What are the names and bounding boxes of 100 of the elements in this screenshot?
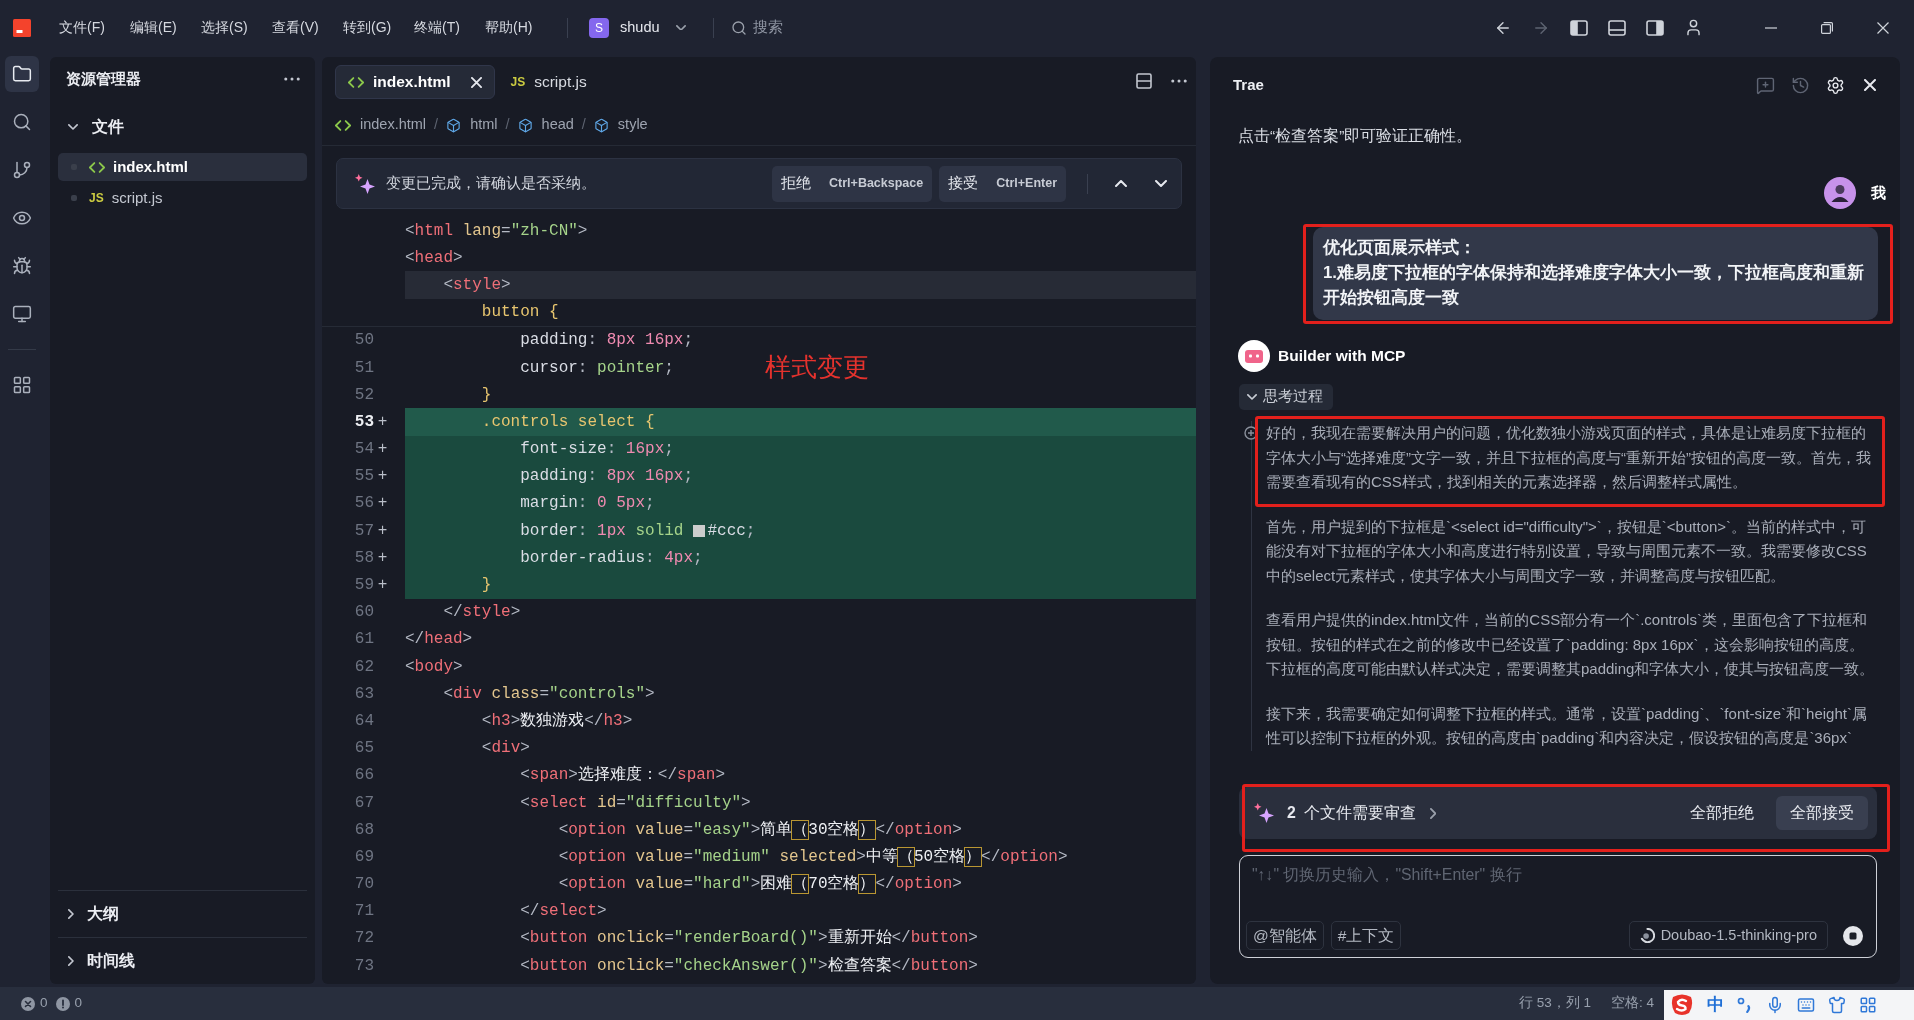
app-logo-icon — [13, 18, 31, 37]
code-text: } — [481, 384, 492, 406]
section-header[interactable]: 大纲 — [58, 891, 307, 937]
agent-name: Builder with MCP — [1278, 346, 1406, 367]
more-icon — [1171, 79, 1187, 83]
line-number: 57 — [354, 520, 374, 542]
composer-box[interactable]: "↑↓" 切换历史输入，"Shift+Enter" 换行 @智能体 #上下文 Doubao-1.5-thinking-pro — [1239, 855, 1877, 958]
line-number: 67 — [354, 792, 374, 814]
code-text: border-radius: 4px; — [520, 547, 703, 569]
editor-tab[interactable]: JS script.js — [498, 65, 599, 99]
menu-item[interactable]: 文件(F) — [59, 13, 110, 42]
line-number: 68 — [354, 819, 374, 841]
microphone-icon — [1766, 996, 1784, 1014]
cube-icon — [446, 117, 462, 133]
context-chip[interactable]: #上下文 — [1330, 921, 1402, 950]
chat-plus-icon — [1755, 75, 1775, 95]
line-number: 69 — [354, 846, 374, 868]
workspace-selector[interactable]: S shudu — [589, 12, 686, 43]
explorer-button[interactable] — [5, 56, 39, 92]
model-selector[interactable]: Doubao-1.5-thinking-pro — [1628, 921, 1828, 950]
added-line-marker: + — [377, 439, 388, 461]
review-action-button[interactable]: 全部接受 — [1776, 796, 1868, 830]
breadcrumb-item[interactable]: index.html — [335, 114, 427, 136]
breadcrumb-item[interactable]: head — [517, 114, 574, 136]
file-item[interactable]: JS script.js — [58, 184, 307, 212]
monitor-icon — [12, 304, 32, 324]
code-brackets-icon — [335, 119, 351, 131]
code-text: <select id="difficulty"> — [520, 792, 751, 814]
line-number: 63 — [354, 683, 374, 705]
stop-button[interactable] — [1843, 925, 1863, 946]
breadcrumb-item[interactable]: style — [593, 114, 648, 136]
review-action-button[interactable]: 全部拒绝 — [1690, 796, 1754, 830]
problems-status[interactable]: 0 0 — [21, 991, 83, 1016]
file-item[interactable]: index.html — [58, 153, 307, 181]
line-number: 54 — [354, 439, 374, 461]
breadcrumb-separator: / — [581, 115, 586, 135]
menu-item[interactable]: 查看(V) — [272, 13, 323, 42]
editor-tab[interactable]: index.html — [335, 65, 495, 99]
eye-icon — [12, 208, 32, 228]
punctuation-icon — [1737, 997, 1753, 1013]
menu-item[interactable]: 帮助(H) — [485, 13, 536, 42]
menu-item[interactable]: 选择(S) — [201, 13, 252, 42]
code-text: <div class="controls"> — [443, 683, 655, 705]
code-text: <option value="easy">简单（30空格）</option> — [558, 819, 962, 841]
code-text: padding: 8px 16px; — [520, 466, 694, 488]
code-text: </head> — [405, 629, 473, 651]
context-chip[interactable]: @智能体 — [1246, 921, 1324, 950]
code-text: <option value="medium" selected>中等（50空格）</option> — [558, 846, 1068, 868]
search-icon — [730, 19, 747, 36]
line-number: 59 — [354, 575, 374, 597]
line-number: 60 — [354, 602, 374, 624]
code-text: <style> — [443, 274, 511, 296]
line-number: 61 — [354, 629, 374, 651]
code-text: <span>选择难度：</span> — [520, 764, 726, 787]
thinking-toggle[interactable]: 思考过程 — [1239, 384, 1333, 410]
code-brackets-icon — [348, 76, 364, 88]
line-number: 62 — [354, 656, 374, 678]
menu-item[interactable]: 转到(G) — [343, 13, 394, 42]
code-text: <button onclick="checkAnswer()">检查答案</button> — [520, 955, 978, 977]
panel-title: 资源管理器 — [66, 68, 141, 89]
message-text: 点击“检查答案”即可验证正确性。 — [1238, 126, 1474, 146]
thinking-paragraph: 首先，用户提到的下拉框是`<select id="difficulty">`，按钮是`<button>`。当前的样式中，可能没有对下拉框的字体大小和高度进行特别设置，导致与周围元素不一致。我需要修改CSS中的select元素样式，使其字体大小与周围文字一致，并调整高度与按钮匹配。 — [1266, 516, 1868, 586]
line-number: 51 — [354, 357, 374, 379]
line-number: 65 — [354, 738, 374, 760]
search-field[interactable]: 搜索 — [752, 16, 873, 39]
line-number: 50 — [354, 330, 374, 352]
section-header[interactable]: 时间线 — [58, 938, 307, 984]
model-logo-icon — [1639, 928, 1655, 943]
cube-icon — [517, 117, 533, 133]
caret-icon — [675, 24, 686, 31]
user-avatar-icon — [1824, 177, 1856, 209]
panel-title: Trae — [1233, 74, 1264, 95]
line-number: 55 — [354, 466, 374, 488]
breadcrumb-item[interactable]: html — [446, 114, 498, 136]
review-action-button[interactable]: 拒绝 Ctrl+Backspace — [772, 165, 933, 202]
code-text: border: 1px solid — [520, 520, 684, 542]
code-text: <div> — [481, 738, 530, 760]
section-header[interactable]: 文件 — [50, 105, 315, 149]
added-line-marker: + — [377, 493, 388, 515]
menu-item[interactable]: 终端(T) — [414, 13, 465, 42]
breadcrumb-separator: / — [505, 115, 510, 135]
code-text: <html lang="zh-CN"> — [405, 220, 588, 242]
review-message: 变更已完成，请确认是否采纳。 — [386, 173, 596, 194]
stop-icon — [1843, 925, 1863, 946]
code-text: <body> — [405, 656, 463, 678]
code-text: <head> — [405, 247, 463, 269]
breadcrumb-separator: / — [434, 115, 439, 135]
review-files-button[interactable]: 2 个文件需要审查 — [1287, 801, 1437, 825]
added-line-marker: + — [377, 411, 388, 433]
close-tab-icon[interactable] — [470, 76, 482, 88]
close-icon — [1864, 79, 1876, 91]
chat-input[interactable]: "↑↓" 切换历史输入，"Shift+Enter" 换行 — [1252, 863, 1864, 893]
annotation-note: 样式变更 — [765, 351, 869, 383]
menu-item[interactable]: 编辑(E) — [130, 13, 181, 42]
code-text: #ccc; — [707, 520, 756, 542]
review-action-button[interactable]: 接受 Ctrl+Enter — [939, 165, 1066, 202]
code-text: } — [481, 575, 492, 597]
split-panel-icon — [1136, 73, 1152, 89]
code-text: <button onclick="renderBoard()">重新开始</button> — [520, 927, 978, 950]
restore-icon — [1821, 21, 1833, 34]
